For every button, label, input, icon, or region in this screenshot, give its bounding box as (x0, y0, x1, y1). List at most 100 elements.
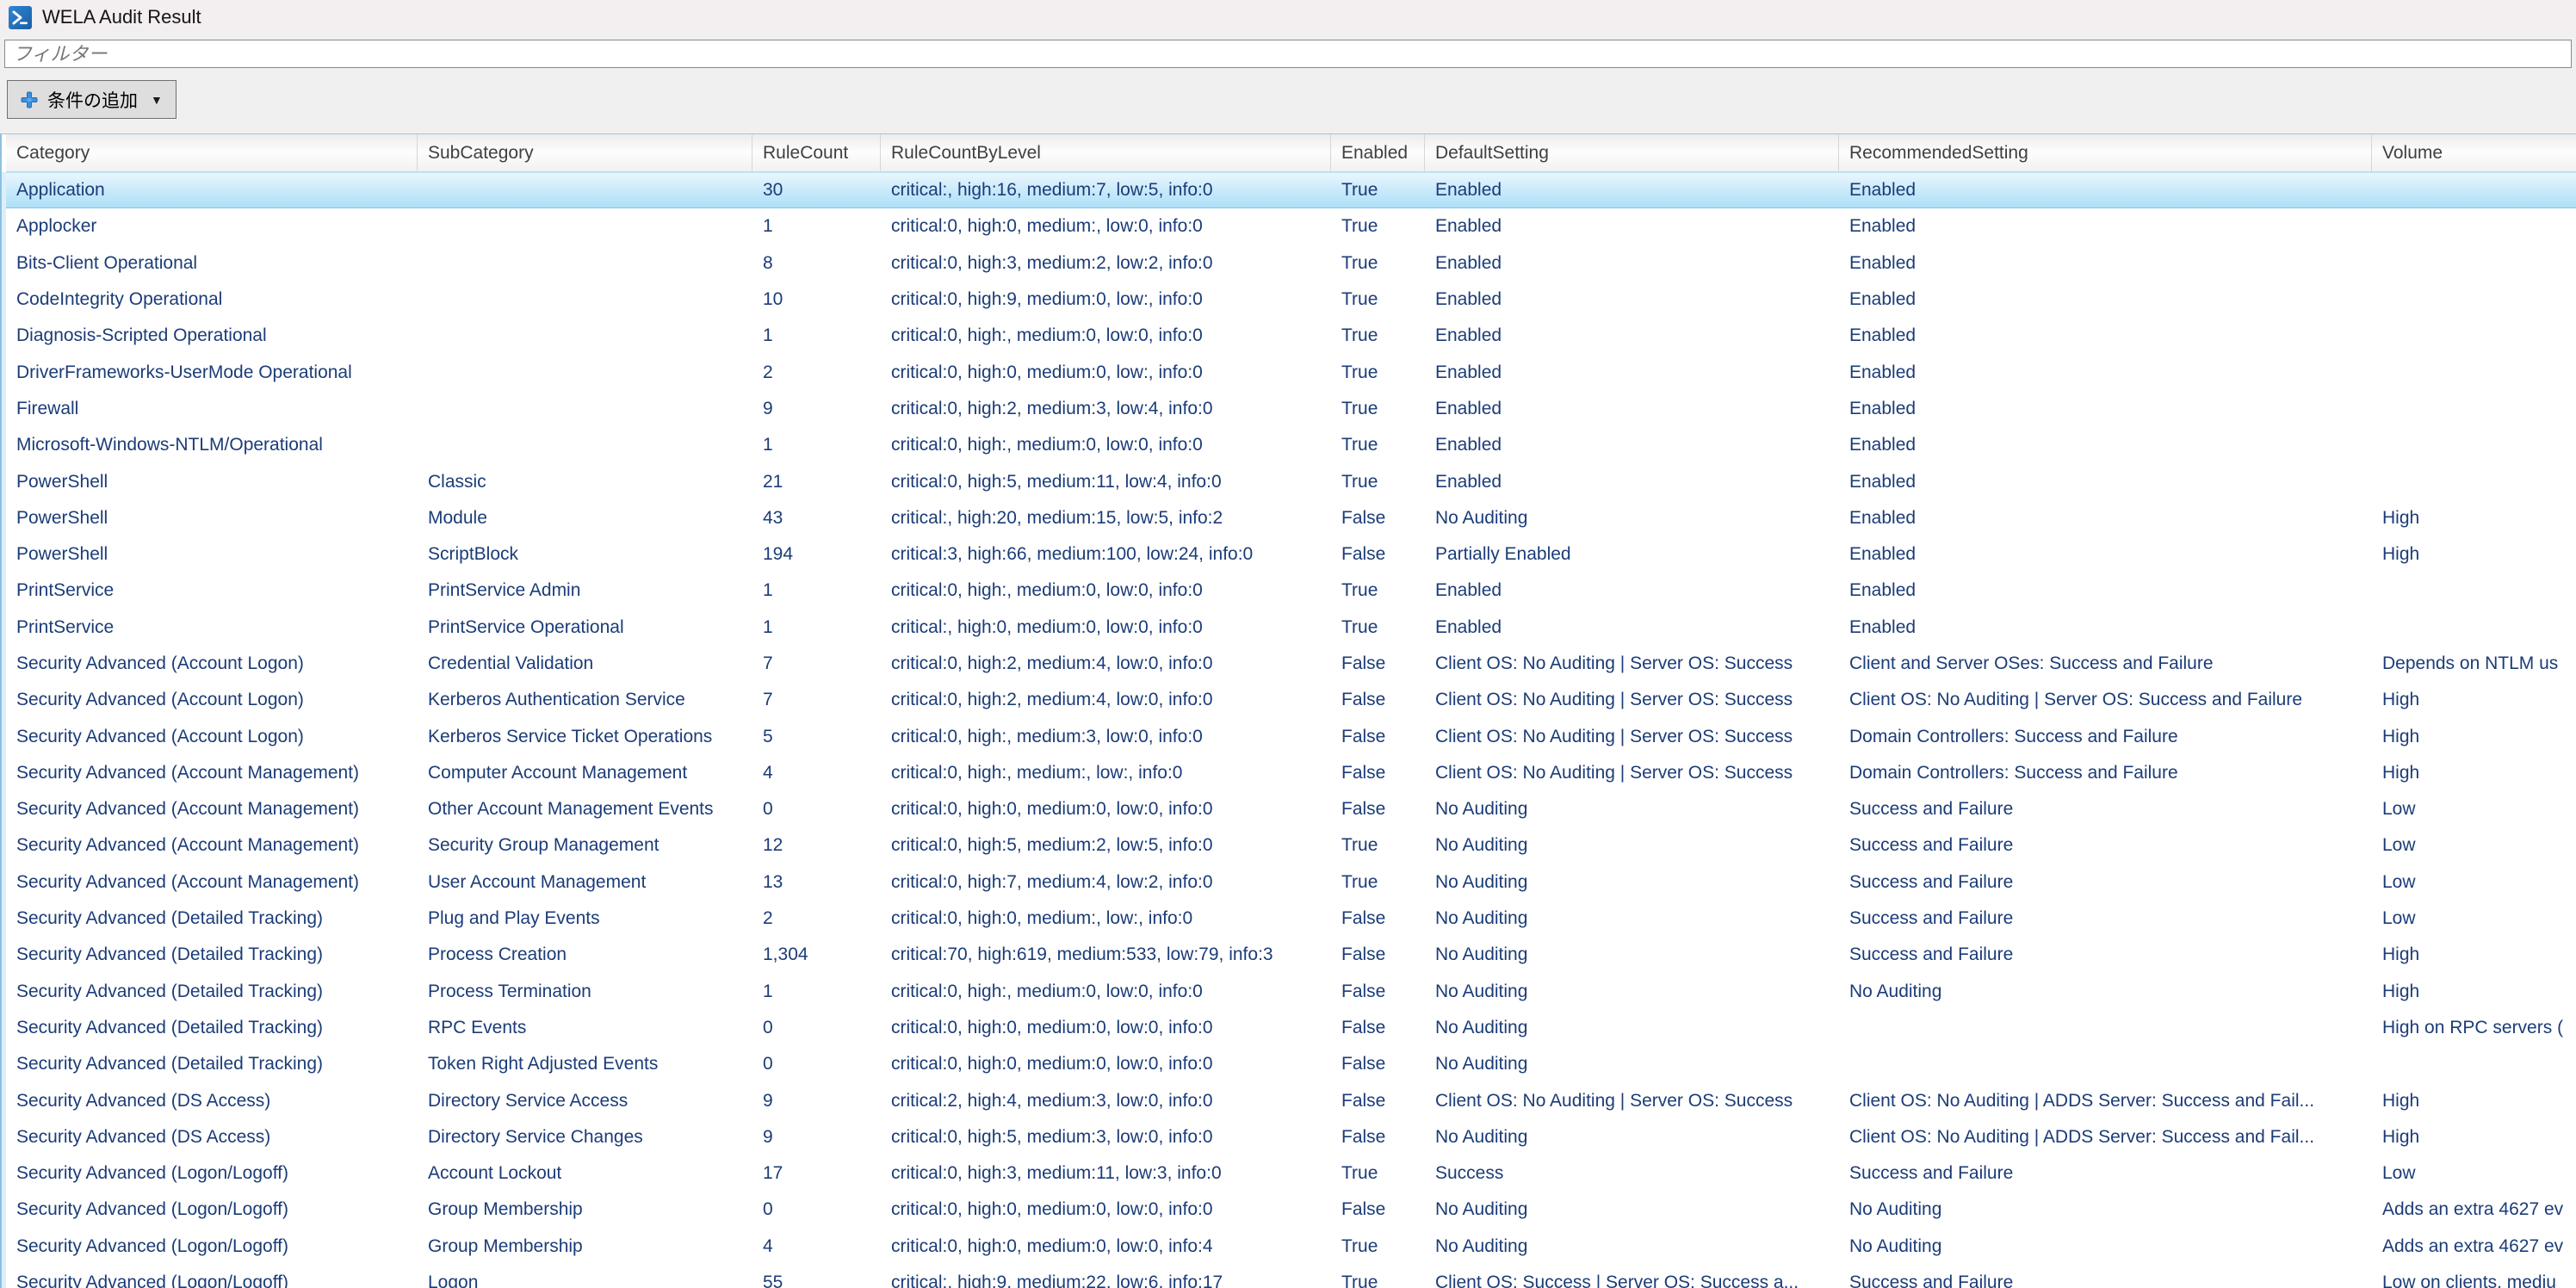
table-row[interactable]: Security Advanced (DS Access) Directory … (6, 1119, 2576, 1155)
cell-defaultsetting: No Auditing (1425, 791, 1839, 827)
cell-rulecount: 9 (752, 1083, 881, 1119)
cell-enabled: False (1331, 974, 1425, 1010)
header-cell-volume[interactable]: Volume (2372, 134, 2576, 171)
cell-enabled: True (1331, 172, 1425, 208)
cell-rulecount: 0 (752, 1010, 881, 1046)
cell-rulecountbylevel: critical:0, high:, medium:0, low:0, info… (881, 974, 1331, 1010)
table-row[interactable]: Security Advanced (Detailed Tracking) Pr… (6, 974, 2576, 1010)
table-row[interactable]: DriverFrameworks-UserMode Operational 2 … (6, 354, 2576, 390)
cell-enabled: False (1331, 1083, 1425, 1119)
table-row[interactable]: Security Advanced (Logon/Logoff) Account… (6, 1155, 2576, 1192)
filter-input[interactable] (4, 40, 2572, 68)
table-row[interactable]: PrintService PrintService Operational 1 … (6, 610, 2576, 646)
cell-defaultsetting: Enabled (1425, 282, 1839, 318)
table-row[interactable]: Security Advanced (Account Logon) Kerber… (6, 682, 2576, 718)
cell-subcategory: User Account Management (418, 864, 752, 901)
header-cell-enabled[interactable]: Enabled (1331, 134, 1425, 171)
cell-enabled: False (1331, 1119, 1425, 1155)
table-row[interactable]: Security Advanced (Logon/Logoff) Logon 5… (6, 1265, 2576, 1288)
cell-rulecount: 8 (752, 245, 881, 282)
header-cell-defaultsetting[interactable]: DefaultSetting (1425, 134, 1839, 171)
cell-subcategory: Computer Account Management (418, 755, 752, 791)
cell-rulecountbylevel: critical:0, high:9, medium:0, low:, info… (881, 282, 1331, 318)
table-row[interactable]: Security Advanced (Account Logon) Creden… (6, 646, 2576, 682)
table-row[interactable]: Security Advanced (Detailed Tracking) Pl… (6, 901, 2576, 937)
grid-body: Application 30 critical:, high:16, mediu… (6, 172, 2576, 1288)
table-row[interactable]: CodeIntegrity Operational 10 critical:0,… (6, 282, 2576, 318)
cell-category: Bits-Client Operational (6, 245, 418, 282)
cell-defaultsetting: Client OS: No Auditing | Server OS: Succ… (1425, 682, 1839, 718)
cell-rulecount: 0 (752, 791, 881, 827)
table-row[interactable]: Security Advanced (Account Logon) Kerber… (6, 718, 2576, 754)
cell-rulecountbylevel: critical:0, high:, medium:, low:, info:0 (881, 755, 1331, 791)
table-row[interactable]: Security Advanced (Detailed Tracking) RP… (6, 1010, 2576, 1046)
table-row[interactable]: Security Advanced (Account Management) U… (6, 864, 2576, 901)
cell-defaultsetting: Success (1425, 1155, 1839, 1192)
table-row[interactable]: Security Advanced (Account Management) O… (6, 791, 2576, 827)
cell-rulecount: 0 (752, 1192, 881, 1228)
cell-rulecountbylevel: critical:2, high:4, medium:3, low:0, inf… (881, 1083, 1331, 1119)
cell-rulecountbylevel: critical:0, high:0, medium:, low:, info:… (881, 901, 1331, 937)
cell-rulecountbylevel: critical:0, high:3, medium:11, low:3, in… (881, 1155, 1331, 1192)
header-cell-subcategory[interactable]: SubCategory (418, 134, 752, 171)
cell-rulecountbylevel: critical:0, high:2, medium:3, low:4, inf… (881, 391, 1331, 427)
table-row[interactable]: Security Advanced (Detailed Tracking) Pr… (6, 937, 2576, 973)
cell-volume: Low (2372, 864, 2576, 901)
header-cell-category[interactable]: Category (6, 134, 418, 171)
cell-volume: High (2372, 682, 2576, 718)
cell-category: Applocker (6, 208, 418, 245)
cell-defaultsetting: Enabled (1425, 573, 1839, 609)
cell-rulecountbylevel: critical:0, high:, medium:0, low:0, info… (881, 427, 1331, 463)
cell-rulecount: 5 (752, 719, 881, 755)
table-row[interactable]: Security Advanced (Logon/Logoff) Group M… (6, 1192, 2576, 1228)
cell-volume: Adds an extra 4627 ev (2372, 1229, 2576, 1265)
table-row[interactable]: PowerShell Module 43 critical:, high:20,… (6, 500, 2576, 536)
cell-volume: Low (2372, 791, 2576, 827)
cell-category: Security Advanced (Account Management) (6, 791, 418, 827)
header-cell-recommendedsetting[interactable]: RecommendedSetting (1839, 134, 2372, 171)
table-row[interactable]: Firewall 9 critical:0, high:2, medium:3,… (6, 391, 2576, 427)
cell-rulecountbylevel: critical:, high:20, medium:15, low:5, in… (881, 500, 1331, 536)
table-row[interactable]: Application 30 critical:, high:16, mediu… (6, 172, 2576, 208)
cell-volume: High on RPC servers ( (2372, 1010, 2576, 1046)
cell-rulecount: 1 (752, 208, 881, 245)
cell-recommendedsetting: Enabled (1839, 464, 2372, 500)
table-row[interactable]: PowerShell ScriptBlock 194 critical:3, h… (6, 536, 2576, 573)
add-criteria-button[interactable]: 条件の追加 ▼ (7, 80, 176, 119)
cell-enabled: False (1331, 901, 1425, 937)
cell-defaultsetting: No Auditing (1425, 500, 1839, 536)
cell-category: CodeIntegrity Operational (6, 282, 418, 318)
cell-defaultsetting: No Auditing (1425, 1010, 1839, 1046)
cell-rulecountbylevel: critical:70, high:619, medium:533, low:7… (881, 937, 1331, 973)
cell-rulecount: 30 (752, 172, 881, 208)
cell-defaultsetting: No Auditing (1425, 1192, 1839, 1228)
table-row[interactable]: Security Advanced (Logon/Logoff) Group M… (6, 1229, 2576, 1265)
table-row[interactable]: Diagnosis-Scripted Operational 1 critica… (6, 318, 2576, 354)
cell-defaultsetting: Enabled (1425, 464, 1839, 500)
cell-volume: High (2372, 1119, 2576, 1155)
table-row[interactable]: Security Advanced (DS Access) Directory … (6, 1082, 2576, 1118)
cell-recommendedsetting: Success and Failure (1839, 864, 2372, 901)
table-row[interactable]: Security Advanced (Account Management) S… (6, 827, 2576, 864)
cell-rulecount: 1 (752, 427, 881, 463)
table-row[interactable]: Applocker 1 critical:0, high:0, medium:,… (6, 208, 2576, 245)
cell-volume: High (2372, 974, 2576, 1010)
cell-recommendedsetting: Enabled (1839, 172, 2372, 208)
wela-audit-window: WELA Audit Result 条件の追加 ▼ Category SubCa… (0, 0, 2576, 1288)
cell-category: Security Advanced (Account Management) (6, 864, 418, 901)
cell-category: PrintService (6, 573, 418, 609)
header-cell-rulecountbylevel[interactable]: RuleCountByLevel (881, 134, 1331, 171)
table-row[interactable]: PrintService PrintService Admin 1 critic… (6, 573, 2576, 609)
table-row[interactable]: Bits-Client Operational 8 critical:0, hi… (6, 245, 2576, 282)
cell-defaultsetting: Enabled (1425, 610, 1839, 646)
cell-defaultsetting: Client OS: No Auditing | Server OS: Succ… (1425, 1083, 1839, 1119)
table-row[interactable]: Security Advanced (Account Management) C… (6, 755, 2576, 791)
cell-recommendedsetting: Enabled (1839, 610, 2372, 646)
cell-rulecountbylevel: critical:0, high:0, medium:0, low:0, inf… (881, 791, 1331, 827)
table-row[interactable]: PowerShell Classic 21 critical:0, high:5… (6, 463, 2576, 499)
cell-rulecountbylevel: critical:0, high:5, medium:3, low:0, inf… (881, 1119, 1331, 1155)
header-cell-rulecount[interactable]: RuleCount (752, 134, 881, 171)
table-row[interactable]: Microsoft-Windows-NTLM/Operational 1 cri… (6, 427, 2576, 463)
cell-rulecountbylevel: critical:0, high:7, medium:4, low:2, inf… (881, 864, 1331, 901)
table-row[interactable]: Security Advanced (Detailed Tracking) To… (6, 1046, 2576, 1082)
